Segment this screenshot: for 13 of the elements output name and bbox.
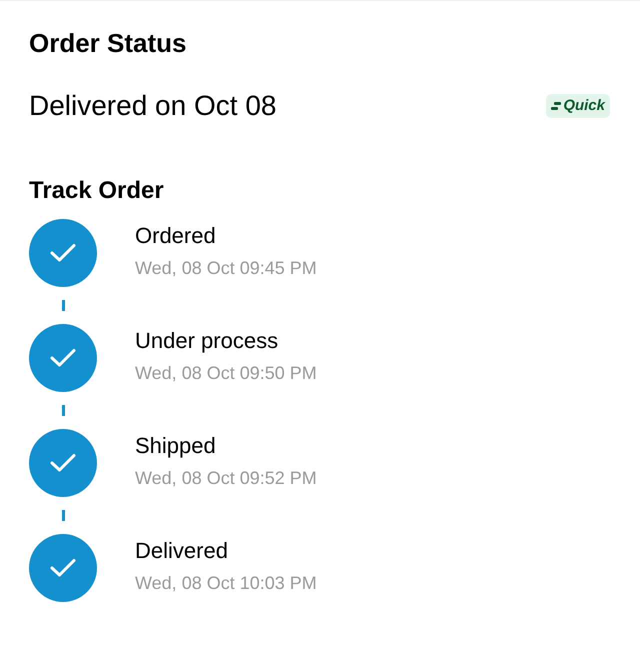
- step-time: Wed, 08 Oct 09:52 PM: [135, 467, 317, 490]
- delivery-status: Delivered on Oct 08: [29, 89, 276, 123]
- step-time: Wed, 08 Oct 10:03 PM: [135, 572, 317, 595]
- page-title: Order Status: [29, 27, 188, 59]
- quick-badge: Quick: [546, 94, 610, 118]
- section-title: Track Order: [29, 176, 165, 206]
- step-label: Ordered: [135, 222, 217, 250]
- step-time: Wed, 08 Oct 09:45 PM: [135, 257, 317, 280]
- step-label: Under process: [135, 327, 280, 355]
- dash-icon: [551, 102, 562, 110]
- step-label: Shipped: [135, 432, 217, 460]
- step-time: Wed, 08 Oct 09:50 PM: [135, 362, 317, 385]
- step-label: Delivered: [135, 537, 229, 565]
